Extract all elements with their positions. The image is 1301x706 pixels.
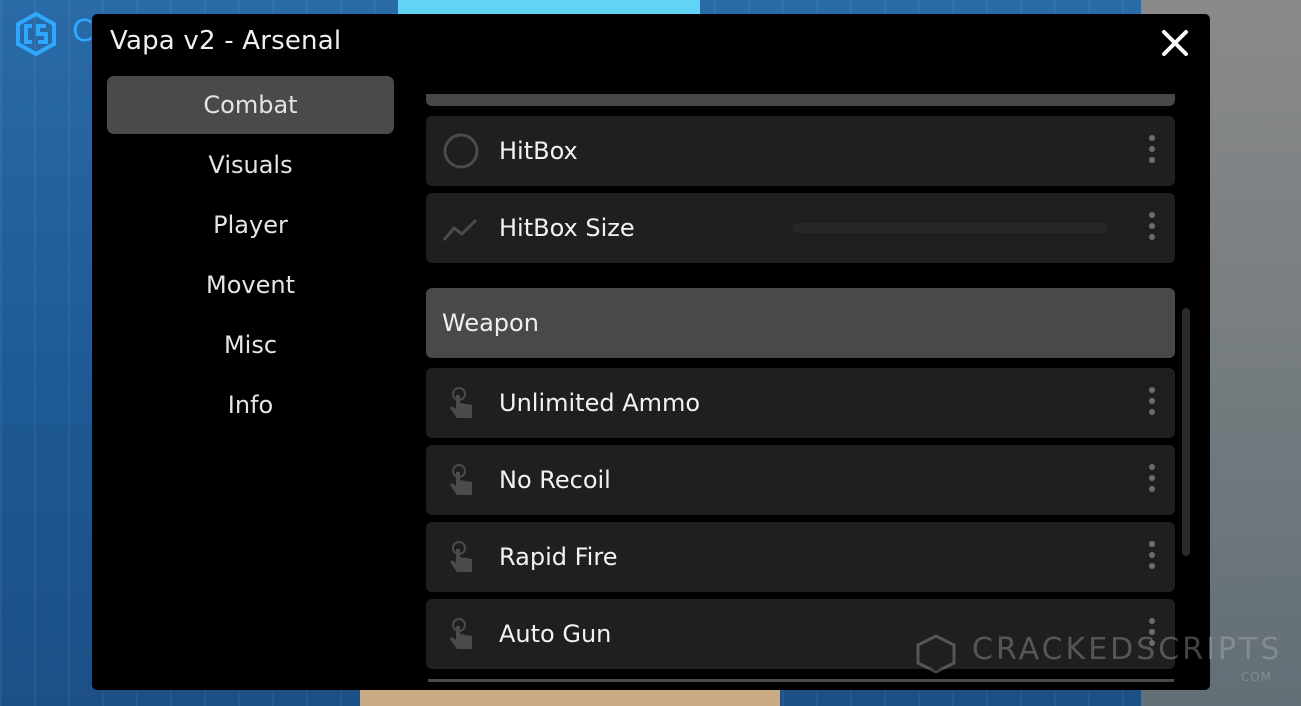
watermark-text: CRACKEDSCRIPTS [972, 632, 1283, 667]
sidebar: Combat Visuals Player Movent Misc Info [107, 76, 394, 436]
scrollbar[interactable] [1182, 308, 1190, 556]
sidebar-item-label: Info [227, 391, 274, 419]
feature-row-no-recoil[interactable]: No Recoil [426, 445, 1175, 515]
sidebar-item-movent[interactable]: Movent [107, 256, 394, 314]
sidebar-item-misc[interactable]: Misc [107, 316, 394, 374]
feature-list: HitBox HitBox Size Weapon Unlimited Ammo [426, 86, 1177, 690]
feature-row-rapid-fire[interactable]: Rapid Fire [426, 522, 1175, 592]
sidebar-item-combat[interactable]: Combat [107, 76, 394, 134]
more-options-icon[interactable] [1147, 212, 1157, 246]
feature-row-hitbox[interactable]: HitBox [426, 116, 1175, 186]
hitbox-size-slider[interactable] [792, 223, 1108, 233]
tap-hand-icon [450, 541, 472, 572]
sidebar-item-player[interactable]: Player [107, 196, 394, 254]
feature-label: Unlimited Ammo [499, 389, 701, 417]
close-icon[interactable] [1160, 28, 1190, 58]
app-logo-letter: C [72, 14, 93, 49]
tap-hand-icon [450, 464, 472, 495]
window-title: Vapa v2 - Arsenal [110, 26, 342, 56]
sidebar-item-info[interactable]: Info [107, 376, 394, 434]
sidebar-item-label: Player [213, 211, 288, 239]
sidebar-item-label: Movent [206, 271, 295, 299]
tap-hand-icon [450, 618, 472, 649]
sidebar-item-visuals[interactable]: Visuals [107, 136, 394, 194]
sidebar-item-label: Visuals [208, 151, 293, 179]
section-divider [428, 679, 1174, 682]
more-options-icon[interactable] [1147, 135, 1157, 169]
more-options-icon[interactable] [1147, 387, 1157, 421]
script-window: Vapa v2 - Arsenal Combat Visuals Player … [92, 14, 1210, 690]
feature-row-hitbox-size[interactable]: HitBox Size [426, 193, 1175, 263]
feature-label: HitBox [499, 137, 578, 165]
background-floor [360, 690, 780, 706]
tap-hand-icon [450, 387, 472, 418]
toggle-circle-icon[interactable] [442, 133, 480, 169]
section-title: Weapon [442, 309, 539, 337]
watermark-logo-icon [916, 634, 956, 674]
feature-label: HitBox Size [499, 214, 635, 242]
app-logo-icon [16, 12, 56, 56]
slider-graph-icon [442, 218, 478, 241]
feature-label: Rapid Fire [499, 543, 618, 571]
more-options-icon[interactable] [1147, 464, 1157, 498]
more-options-icon[interactable] [1147, 541, 1157, 575]
sidebar-item-label: Misc [223, 331, 278, 359]
feature-label: No Recoil [499, 466, 611, 494]
feature-label: Auto Gun [499, 620, 612, 648]
section-divider [426, 94, 1175, 106]
watermark-subtext: .COM [1236, 670, 1272, 684]
section-header-weapon: Weapon [426, 288, 1175, 358]
sidebar-item-label: Combat [203, 91, 298, 119]
feature-row-unlimited-ammo[interactable]: Unlimited Ammo [426, 368, 1175, 438]
